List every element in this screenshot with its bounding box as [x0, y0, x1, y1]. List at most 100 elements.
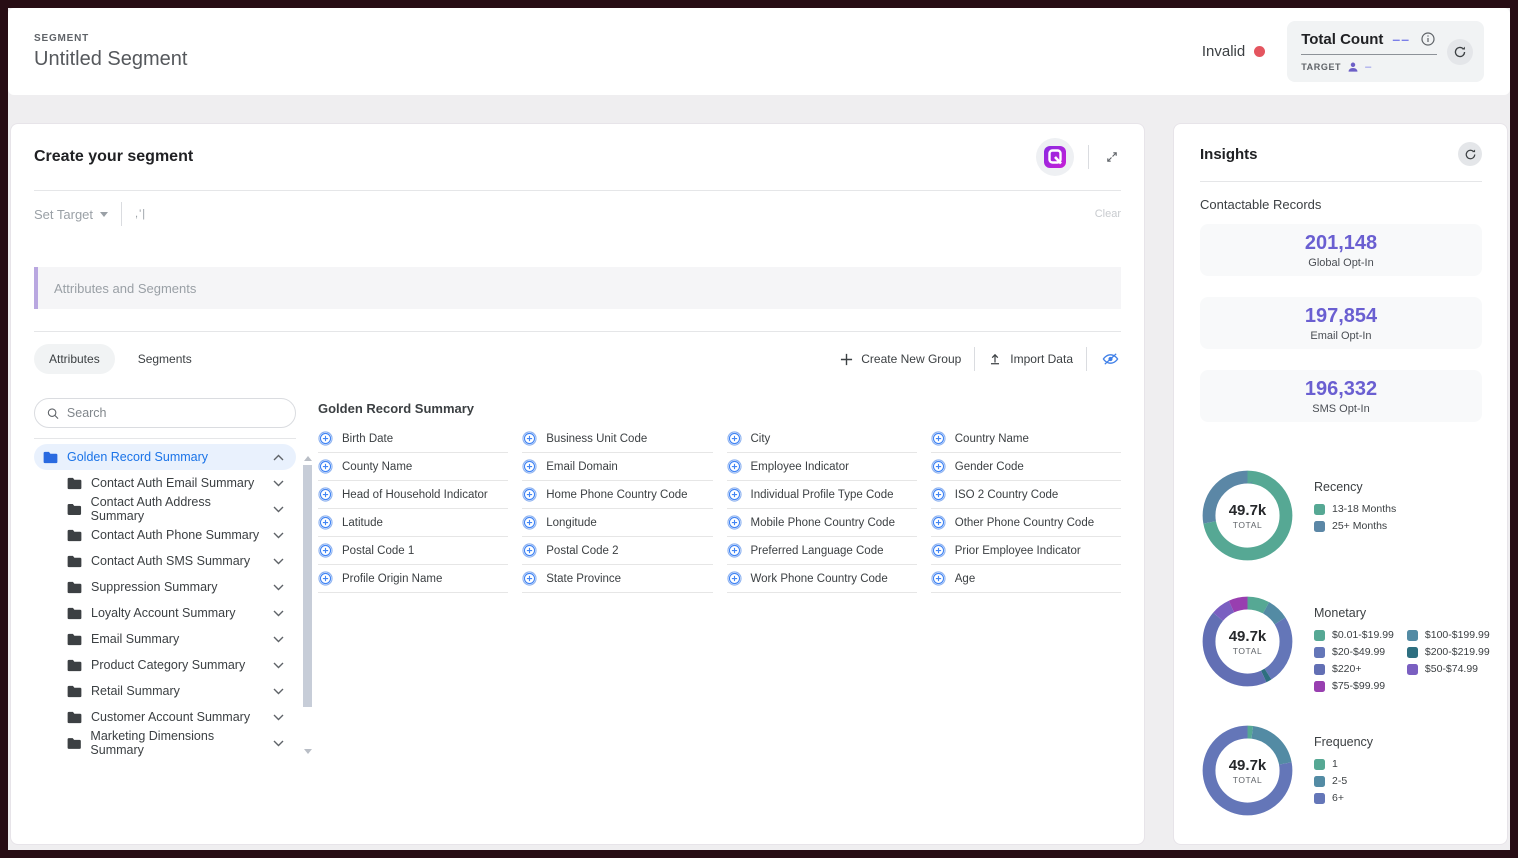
- attribute-item[interactable]: Employee Indicator: [727, 453, 917, 481]
- add-attribute-icon: [931, 459, 946, 474]
- info-icon[interactable]: [1419, 30, 1437, 48]
- attribute-item[interactable]: City: [727, 425, 917, 453]
- tree-item[interactable]: Email Summary: [34, 626, 296, 652]
- folder-icon: [67, 607, 82, 620]
- attribute-item[interactable]: ISO 2 Country Code: [931, 481, 1121, 509]
- attribute-item[interactable]: Preferred Language Code: [727, 537, 917, 565]
- attribute-item[interactable]: County Name: [318, 453, 508, 481]
- scroll-up-arrow-icon[interactable]: [304, 456, 312, 461]
- legend-swatch-icon: [1314, 793, 1325, 804]
- attribute-item[interactable]: State Province: [522, 565, 712, 593]
- attribute-item[interactable]: Birth Date: [318, 425, 508, 453]
- legend-item: 2-5: [1314, 775, 1347, 787]
- tree-item[interactable]: Contact Auth SMS Summary: [34, 548, 296, 574]
- legend-swatch-icon: [1314, 647, 1325, 658]
- chevron-down-icon: [273, 558, 284, 565]
- add-attribute-icon: [727, 515, 742, 530]
- picker-toolbar: Attributes Segments Create New Group Impo…: [34, 344, 1121, 374]
- person-icon: [1347, 61, 1359, 73]
- donut: 49.7kTOTAL: [1200, 594, 1295, 689]
- create-new-group-button[interactable]: Create New Group: [840, 352, 961, 366]
- attribute-label: Longitude: [546, 517, 597, 529]
- chart-title: Monetary: [1314, 606, 1490, 620]
- add-attribute-icon: [931, 487, 946, 502]
- tree-item-label: Contact Auth SMS Summary: [91, 554, 250, 568]
- hide-counts-eye-icon[interactable]: [1100, 350, 1121, 368]
- attribute-item[interactable]: Business Unit Code: [522, 425, 712, 453]
- attribute-item[interactable]: Individual Profile Type Code: [727, 481, 917, 509]
- refresh-insights-button[interactable]: [1458, 142, 1482, 166]
- legend-swatch-icon: [1407, 630, 1418, 641]
- attribute-item[interactable]: Postal Code 2: [522, 537, 712, 565]
- segment-dropzone[interactable]: Attributes and Segments: [34, 267, 1121, 309]
- expand-icon[interactable]: [1103, 148, 1121, 166]
- attribute-item[interactable]: Mobile Phone Country Code: [727, 509, 917, 537]
- stat-label: Global Opt-In: [1308, 257, 1373, 269]
- attribute-label: Individual Profile Type Code: [751, 489, 894, 501]
- clear-button[interactable]: Clear: [1095, 208, 1121, 220]
- tab-segments[interactable]: Segments: [123, 344, 207, 374]
- tree-item[interactable]: Marketing Dimensions Summary: [34, 730, 296, 756]
- attribute-item[interactable]: Email Domain: [522, 453, 712, 481]
- tree-item[interactable]: Contact Auth Address Summary: [34, 496, 296, 522]
- attribute-item[interactable]: Longitude: [522, 509, 712, 537]
- tree-item[interactable]: Loyalty Account Summary: [34, 600, 296, 626]
- folder-icon: [67, 685, 82, 698]
- header-right: Invalid Total Count –– TARGET –: [1202, 21, 1484, 82]
- tree-item[interactable]: Product Category Summary: [34, 652, 296, 678]
- donut-chart-frequency: 49.7kTOTALFrequency12-56+: [1200, 723, 1482, 818]
- set-target-dropdown[interactable]: Set Target: [34, 207, 108, 222]
- scroll-down-arrow-icon[interactable]: [304, 749, 312, 754]
- tree-item[interactable]: Suppression Summary: [34, 574, 296, 600]
- divider: [974, 347, 975, 371]
- attribute-label: Work Phone Country Code: [751, 573, 888, 585]
- attribute-item[interactable]: Latitude: [318, 509, 508, 537]
- attribute-label: Business Unit Code: [546, 433, 647, 445]
- tree-item[interactable]: Customer Account Summary: [34, 704, 296, 730]
- legend-swatch-icon: [1407, 647, 1418, 658]
- create-new-group-label: Create New Group: [861, 352, 961, 366]
- legend-label: 2-5: [1332, 775, 1347, 787]
- attribute-label: State Province: [546, 573, 621, 585]
- attribute-label: Birth Date: [342, 433, 393, 445]
- import-data-button[interactable]: Import Data: [988, 352, 1073, 366]
- attribute-item[interactable]: Profile Origin Name: [318, 565, 508, 593]
- tree-item[interactable]: Retail Summary: [34, 678, 296, 704]
- add-attribute-icon: [522, 459, 537, 474]
- legend-swatch-icon: [1314, 504, 1325, 515]
- legend-swatch-icon: [1314, 776, 1325, 787]
- assistant-logo-icon[interactable]: [1036, 138, 1074, 176]
- attribute-item[interactable]: Prior Employee Indicator: [931, 537, 1121, 565]
- add-attribute-icon: [318, 543, 333, 558]
- total-count-value: ––: [1392, 31, 1410, 47]
- attribute-label: Preferred Language Code: [751, 545, 884, 557]
- tree-item[interactable]: Contact Auth Email Summary: [34, 470, 296, 496]
- donut-chart-recency: 49.7kTOTALRecency13-18 Months25+ Months: [1200, 468, 1482, 563]
- search-input[interactable]: [67, 406, 283, 420]
- chart-legend: Frequency12-56+: [1314, 723, 1373, 804]
- attribute-item[interactable]: Gender Code: [931, 453, 1121, 481]
- attribute-item[interactable]: Age: [931, 565, 1121, 593]
- tree-scrollbar[interactable]: [303, 456, 312, 756]
- add-attribute-icon: [727, 431, 742, 446]
- refresh-count-button[interactable]: [1447, 39, 1473, 65]
- content-area: Create your segment: [10, 123, 1508, 850]
- tab-attributes[interactable]: Attributes: [34, 344, 115, 374]
- legend-swatch-icon: [1314, 521, 1325, 532]
- tree-item[interactable]: Contact Auth Phone Summary: [34, 522, 296, 548]
- tree-item[interactable]: Golden Record Summary: [34, 444, 296, 470]
- scrollbar-thumb[interactable]: [303, 465, 312, 707]
- attribute-label: Employee Indicator: [751, 461, 849, 473]
- divider: [1086, 347, 1087, 371]
- attribute-item[interactable]: Country Name: [931, 425, 1121, 453]
- folder-icon: [67, 737, 81, 750]
- add-attribute-icon: [931, 571, 946, 586]
- attribute-item[interactable]: Postal Code 1: [318, 537, 508, 565]
- folder-icon: [43, 451, 58, 464]
- attribute-item[interactable]: Home Phone Country Code: [522, 481, 712, 509]
- tree-item-label: Email Summary: [91, 632, 179, 646]
- legend-label: 25+ Months: [1332, 520, 1387, 532]
- attribute-item[interactable]: Other Phone Country Code: [931, 509, 1121, 537]
- attribute-item[interactable]: Work Phone Country Code: [727, 565, 917, 593]
- attribute-item[interactable]: Head of Household Indicator: [318, 481, 508, 509]
